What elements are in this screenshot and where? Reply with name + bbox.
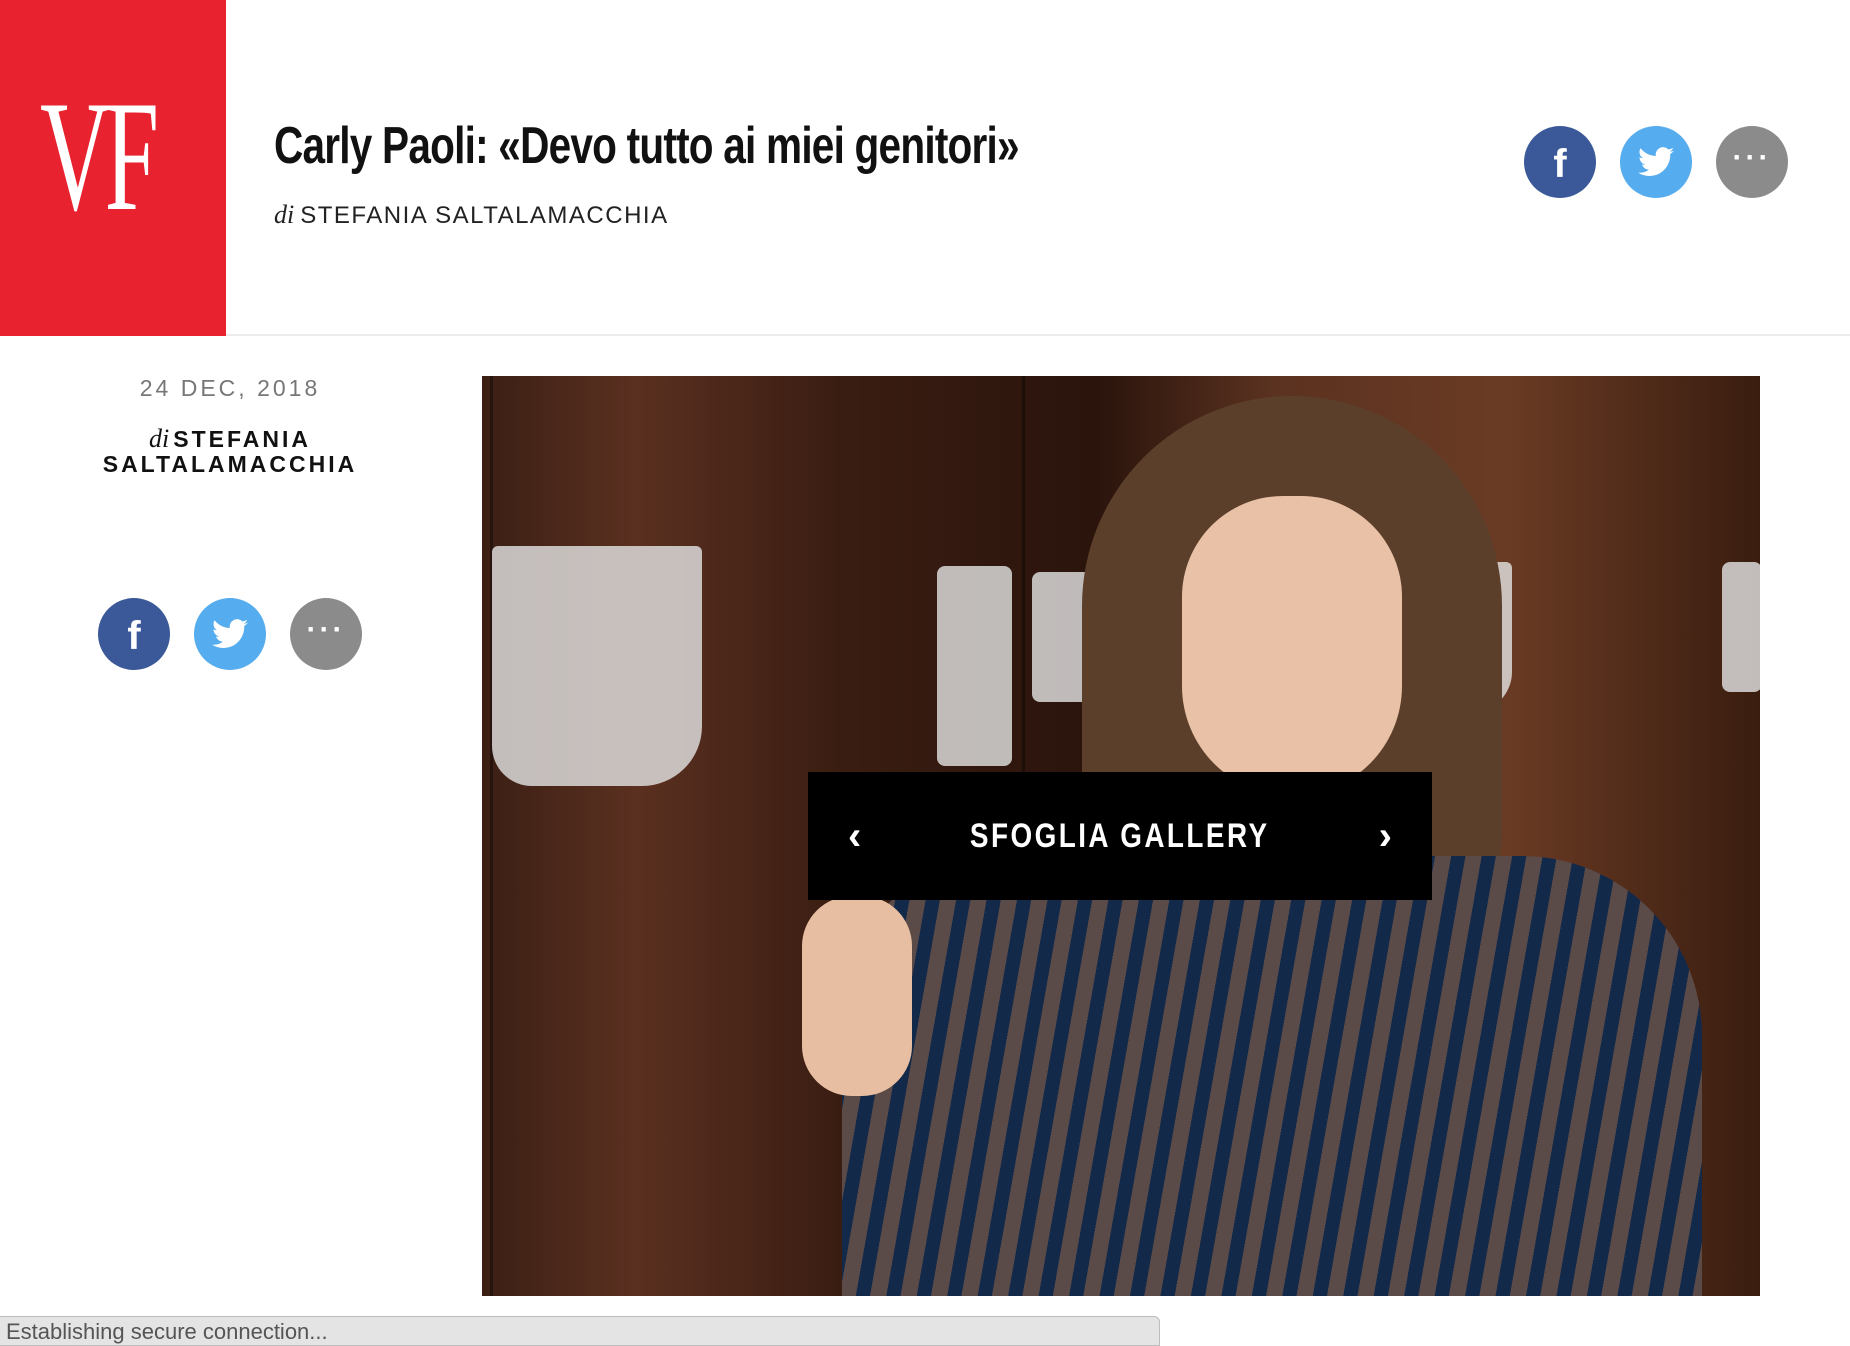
photo-subject-hand [802,896,912,1096]
article-header: VF Carly Paoli: «Devo tutto ai miei geni… [0,0,1850,336]
header-facebook-share-button[interactable]: f [1524,126,1596,198]
gallery-nav[interactable]: ‹ SFOGLIA GALLERY › [808,772,1432,900]
chevron-right-icon[interactable]: › [1379,816,1392,856]
byline-author[interactable]: STEFANIA SALTALAMACCHIA [300,202,668,229]
article-date: 24 DEC, 2018 [139,375,321,401]
wood-panel-edge [490,376,493,1296]
photo-reflection [937,566,1012,766]
facebook-icon: f [1553,142,1567,186]
author-first-line: STEFANIA [173,426,311,452]
header-byline: di STEFANIA SALTALAMACCHIA [274,200,669,230]
photo-subject-dress [842,856,1702,1296]
sidebar-facebook-share-button[interactable]: f [98,598,170,670]
photo-reflection [1722,562,1760,692]
photo-subject-face [1182,496,1402,796]
vf-logo[interactable]: VF [0,0,226,336]
more-icon: ··· [1732,141,1772,174]
photo-reflection [492,546,702,786]
author-second-line: SALTALAMACCHIA [102,451,358,477]
facebook-icon: f [127,614,141,658]
sidebar-more-share-button[interactable]: ··· [290,598,362,670]
byline-prefix: di [274,200,295,229]
browser-status-bar: Establishing secure connection... [0,1316,1160,1346]
twitter-icon [212,619,248,648]
header-more-share-button[interactable]: ··· [1716,126,1788,198]
author-prefix: di [149,424,170,453]
logo-text: VF [40,69,159,244]
gallery-label[interactable]: SFOGLIA GALLERY [970,817,1270,856]
more-icon: ··· [306,613,346,646]
header-twitter-share-button[interactable] [1620,126,1692,198]
author-block[interactable]: di STEFANIA SALTALAMACCHIA [0,426,460,477]
twitter-icon [1638,147,1674,176]
article-title: Carly Paoli: «Devo tutto ai miei genitor… [274,117,1020,175]
sidebar-twitter-share-button[interactable] [194,598,266,670]
chevron-left-icon[interactable]: ‹ [848,816,861,856]
